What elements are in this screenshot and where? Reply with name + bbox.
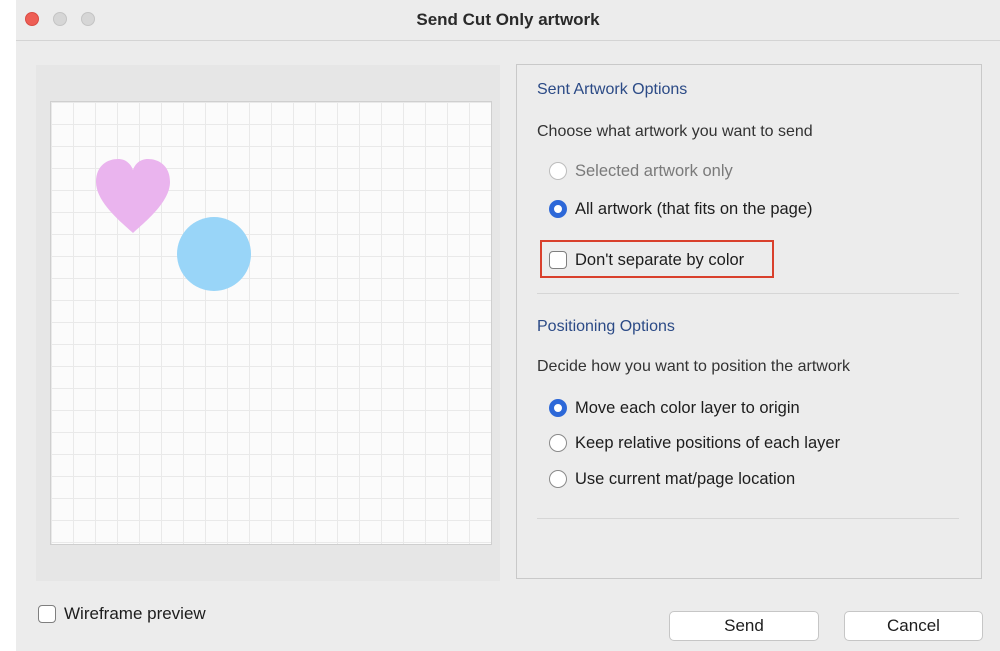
radio-button[interactable] [549, 470, 567, 488]
checkbox[interactable] [38, 605, 56, 623]
checkbox-label: Don't separate by color [575, 250, 745, 269]
sent-artwork-title: Sent Artwork Options [537, 81, 688, 98]
radio-selected-artwork-only[interactable]: Selected artwork only [549, 160, 733, 182]
checkbox-label: Wireframe preview [64, 604, 206, 623]
radio-label: Use current mat/page location [575, 469, 796, 488]
dialog-window: Send Cut Only artwork Sent Artwork Optio… [16, 0, 1000, 651]
preview-canvas [50, 101, 492, 545]
radio-use-current-location[interactable]: Use current mat/page location [549, 468, 795, 490]
radio-all-artwork[interactable]: All artwork (that fits on the page) [549, 198, 813, 220]
title-bar: Send Cut Only artwork [16, 0, 1000, 41]
positioning-description: Decide how you want to position the artw… [537, 358, 851, 375]
radio-label: All artwork (that fits on the page) [575, 199, 813, 218]
wireframe-preview-checkbox[interactable]: Wireframe preview [38, 604, 206, 624]
radio-label: Keep relative positions of each layer [575, 433, 841, 452]
radio-button[interactable] [549, 162, 567, 180]
radio-label: Selected artwork only [575, 161, 733, 180]
options-panel: Sent Artwork Options Choose what artwork… [516, 64, 982, 579]
radio-button[interactable] [549, 434, 567, 452]
circle-shape [177, 217, 251, 291]
checkbox[interactable] [549, 251, 567, 269]
send-button[interactable]: Send [669, 611, 819, 641]
dont-separate-by-color-checkbox[interactable]: Don't separate by color [549, 249, 744, 271]
radio-move-to-origin[interactable]: Move each color layer to origin [549, 397, 800, 419]
heart-shape [96, 159, 170, 233]
divider [537, 293, 959, 294]
preview-panel [36, 65, 500, 581]
divider [537, 518, 959, 519]
radio-label: Move each color layer to origin [575, 398, 800, 417]
positioning-title: Positioning Options [537, 318, 675, 335]
radio-button[interactable] [549, 200, 567, 218]
window-title: Send Cut Only artwork [416, 10, 600, 29]
sent-artwork-description: Choose what artwork you want to send [537, 123, 813, 140]
preview-artwork [96, 159, 251, 291]
cancel-button[interactable]: Cancel [844, 611, 983, 641]
radio-keep-relative-positions[interactable]: Keep relative positions of each layer [549, 432, 840, 454]
radio-button[interactable] [549, 399, 567, 417]
